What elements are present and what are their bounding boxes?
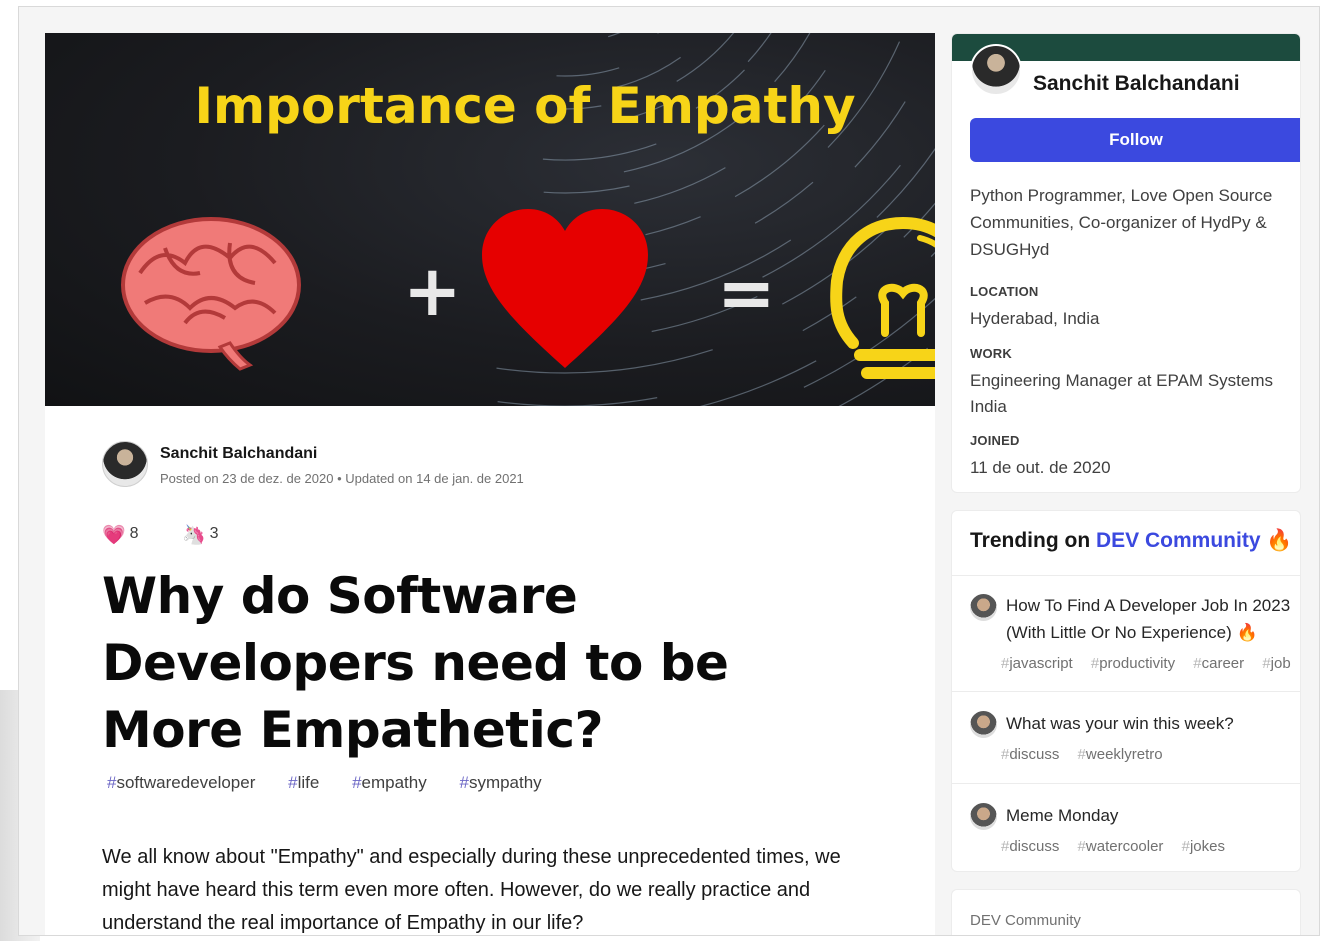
unicorn-count: 3 [209, 525, 219, 542]
work-value: Engineering Manager at EPAM Systems Indi… [970, 371, 1273, 416]
author-profile-card: Sanchit Balchandani Follow Python Progra… [951, 33, 1301, 493]
trending-title[interactable]: Meme Monday [1006, 802, 1300, 829]
page: + = Importance of Empathy Sanchit Balcha… [18, 6, 1320, 936]
trending-tags: #discuss #weeklyretro [1001, 746, 1177, 763]
trending-avatar [970, 803, 997, 830]
tag-link[interactable]: #empathy [352, 773, 441, 792]
tag-link[interactable]: #career [1193, 655, 1251, 672]
follow-button[interactable]: Follow [970, 118, 1300, 162]
profile-bio: Python Programmer, Love Open Source Comm… [970, 186, 1273, 259]
author-name[interactable]: Sanchit Balchandani [160, 445, 317, 463]
post-tags: #softwaredeveloper #life #empathy #sympa… [107, 773, 570, 793]
tag-link[interactable]: #sympathy [459, 773, 555, 792]
fire-icon: 🔥 [1266, 529, 1293, 552]
joined-value: 11 de out. de 2020 [970, 458, 1111, 477]
trending-card: Trending on DEV Community 🔥 How To Find … [951, 510, 1301, 872]
post-date: Posted on 23 de dez. de 2020 • Updated o… [160, 471, 524, 486]
tag-link[interactable]: #javascript [1001, 655, 1080, 672]
trending-header: Trending on DEV Community 🔥 [970, 529, 1293, 553]
post-title: Why do Software Developers need to be Mo… [102, 567, 729, 759]
tag-link[interactable]: #watercooler [1078, 838, 1171, 855]
trending-item[interactable]: What was your win this week? #discuss #w… [952, 691, 1300, 783]
trending-title[interactable]: What was your win this week? [1006, 710, 1300, 737]
tag-link[interactable]: #discuss [1001, 746, 1066, 763]
tag-link[interactable]: #weeklyretro [1078, 746, 1170, 763]
tag-link[interactable]: #discuss [1001, 838, 1066, 855]
lightbulb-icon [830, 216, 935, 379]
cover-title: Importance of Empathy [194, 77, 856, 135]
heart-icon: 💗 [102, 525, 126, 546]
tag-link[interactable]: #productivity [1091, 655, 1182, 672]
author-avatar[interactable] [102, 441, 148, 487]
trending-tags: #javascript #productivity #career #job [1001, 655, 1300, 672]
unicorn-reaction[interactable]: 🦄 3 [182, 523, 219, 547]
work-label: WORK [970, 346, 1012, 361]
heart-count: 8 [129, 525, 139, 542]
trending-avatar [970, 711, 997, 738]
location-label: LOCATION [970, 284, 1039, 299]
trending-item[interactable]: Meme Monday #discuss #watercooler #jokes [952, 783, 1300, 871]
equals-symbol: = [717, 252, 776, 334]
community-card: DEV Community [951, 889, 1301, 935]
post-body: We all know about "Empathy" and especial… [102, 846, 841, 934]
heart-reaction[interactable]: 💗 8 [102, 523, 139, 547]
profile-avatar[interactable] [970, 44, 1022, 96]
profile-name[interactable]: Sanchit Balchandani [1033, 72, 1240, 96]
tag-link[interactable]: #jokes [1182, 838, 1232, 855]
location-value: Hyderabad, India [970, 309, 1100, 328]
plus-symbol: + [403, 250, 462, 332]
tag-link[interactable]: #softwaredeveloper [107, 773, 269, 792]
trending-prefix: Trending on [970, 529, 1091, 552]
cover-image: + = Importance of Empathy [45, 33, 935, 406]
unicorn-icon: 🦄 [182, 525, 206, 546]
trending-title[interactable]: How To Find A Developer Job In 2023 (Wit… [1006, 592, 1300, 646]
article: + = Importance of Empathy Sanchit Balcha… [45, 33, 935, 935]
community-link[interactable]: DEV Community [1096, 529, 1261, 552]
tag-link[interactable]: #job [1262, 655, 1297, 672]
joined-label: JOINED [970, 433, 1020, 448]
heart-icon [482, 209, 648, 368]
tag-link[interactable]: #life [288, 773, 333, 792]
community-card-label: DEV Community [970, 912, 1081, 929]
trending-tags: #discuss #watercooler #jokes [1001, 838, 1239, 855]
trending-item[interactable]: How To Find A Developer Job In 2023 (Wit… [952, 575, 1300, 691]
brain-icon [121, 217, 301, 371]
trending-avatar [970, 594, 997, 621]
